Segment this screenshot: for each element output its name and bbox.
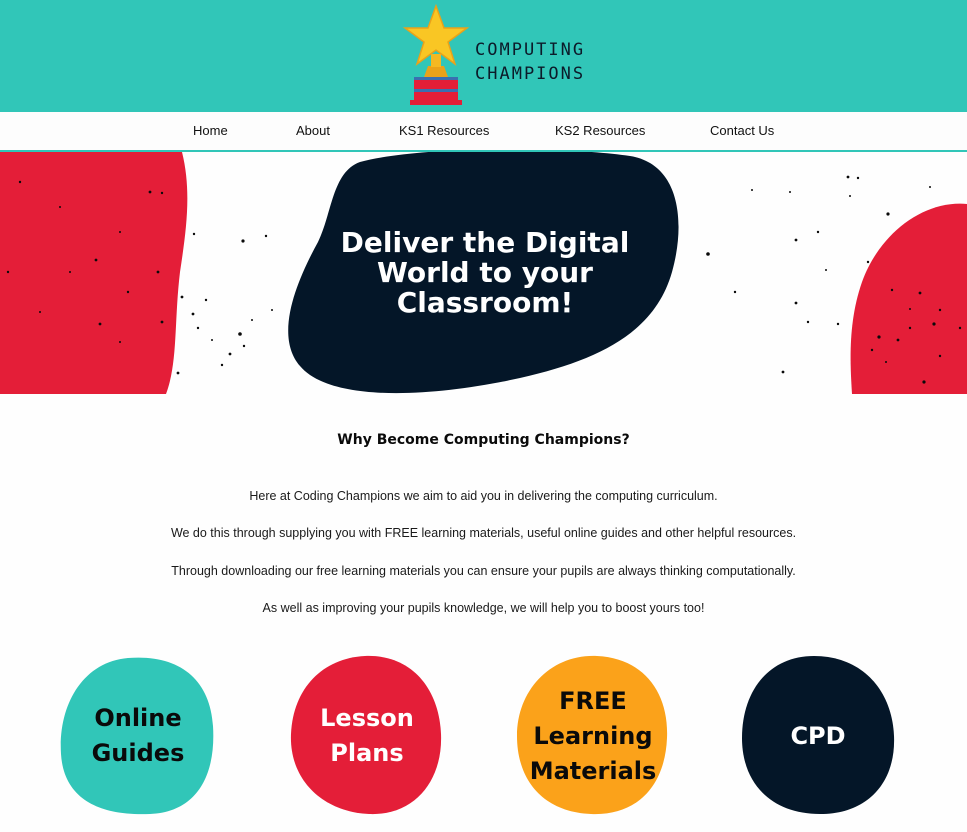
hero-title-line-1: Deliver the Digital: [340, 226, 630, 259]
nav-about[interactable]: About: [296, 123, 330, 138]
intro-paragraph-2: We do this through supplying you with FR…: [170, 526, 797, 540]
card-free-learning-materials[interactable]: FREE Learning Materials: [513, 654, 673, 818]
hero-title-line-3: Classroom!: [396, 286, 574, 319]
card-label: Online Guides: [58, 654, 218, 818]
trophy-star-icon: [402, 4, 470, 105]
intro-paragraph-4: As well as improving your pupils knowled…: [262, 601, 705, 615]
hero-title: Deliver the Digital World to your Classr…: [322, 228, 648, 318]
card-label-line-1: CPD: [790, 721, 846, 750]
nav-ks2-resources[interactable]: KS2 Resources: [555, 123, 645, 138]
logo-text: COMPUTING CHAMPIONS: [475, 38, 585, 86]
intro-paragraph-1: Here at Coding Champions we aim to aid y…: [249, 489, 718, 503]
card-label-line-3: Materials: [529, 756, 657, 785]
logo-line-1: COMPUTING: [475, 40, 586, 60]
main-nav: Home About KS1 Resources KS2 Resources C…: [0, 112, 967, 152]
card-label: CPD: [738, 654, 898, 818]
logo-line-2: CHAMPIONS: [475, 64, 586, 84]
card-label-line-1: Lesson: [320, 704, 414, 732]
intro-paragraph-3: Through downloading our free learning ma…: [171, 564, 796, 578]
nav-contact-us[interactable]: Contact Us: [710, 123, 774, 138]
nav-home[interactable]: Home: [193, 123, 228, 138]
card-label-line-2: Learning: [533, 721, 653, 750]
card-label-line-1: FREE: [559, 686, 627, 715]
card-label-line-2: Guides: [91, 739, 185, 767]
card-cpd[interactable]: CPD: [738, 654, 898, 818]
card-label-line-2: Plans: [330, 739, 404, 767]
card-label: FREE Learning Materials: [513, 654, 673, 818]
right-red-blob: [850, 203, 967, 394]
nav-ks1-resources[interactable]: KS1 Resources: [399, 123, 489, 138]
left-red-blob: [0, 152, 188, 394]
hero-title-line-2: World to your: [377, 256, 593, 289]
card-lesson-plans[interactable]: Lesson Plans: [287, 654, 447, 818]
site-logo[interactable]: COMPUTING CHAMPIONS: [398, 4, 608, 108]
card-label-line-1: Online: [94, 704, 182, 732]
section-heading: Why Become Computing Champions?: [337, 432, 630, 448]
hero-banner: Deliver the Digital World to your Classr…: [0, 152, 967, 394]
site-header: COMPUTING CHAMPIONS: [0, 0, 967, 112]
card-online-guides[interactable]: Online Guides: [58, 654, 218, 818]
card-label: Lesson Plans: [287, 654, 447, 818]
